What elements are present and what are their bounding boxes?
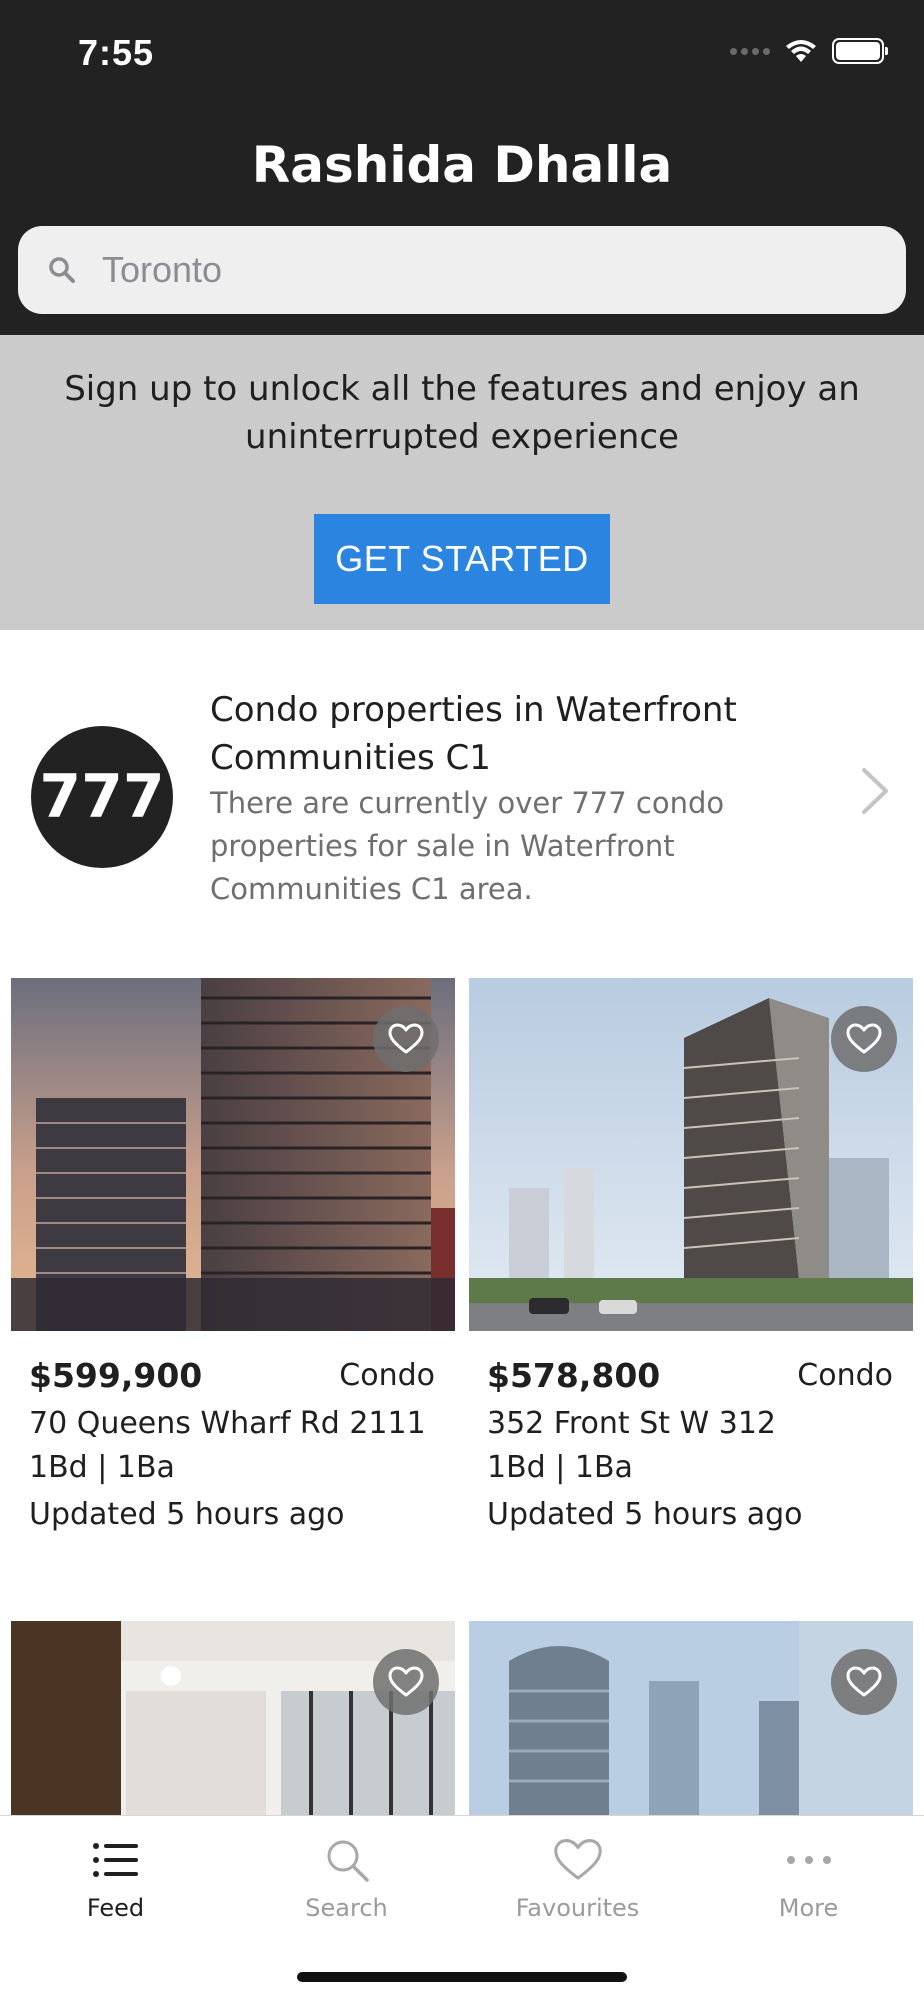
tab-more[interactable]: More — [693, 1816, 924, 1936]
listing-card[interactable] — [11, 1621, 455, 1815]
list-icon — [92, 1832, 140, 1888]
listing-card[interactable]: $578,800 Condo 352 Front St W 312 1Bd | … — [469, 978, 913, 1538]
area-summary-description: There are currently over 777 condo prope… — [210, 786, 725, 906]
listing-address: 70 Queens Wharf Rd 2111 — [29, 1406, 426, 1441]
favourite-button[interactable] — [831, 1006, 897, 1072]
listing-price: $599,900 — [29, 1356, 203, 1395]
search-value: Toronto — [102, 249, 223, 290]
search-icon — [323, 1832, 371, 1888]
listing-updated: Updated 5 hours ago — [487, 1497, 803, 1532]
home-indicator — [297, 1972, 627, 1982]
signup-banner: Sign up to unlock all the features and e… — [0, 335, 924, 630]
listing-updated: Updated 5 hours ago — [29, 1497, 345, 1532]
get-started-button[interactable]: GET STARTED — [314, 514, 610, 604]
tab-label: Search — [305, 1894, 388, 1922]
cellular-signal-icon — [730, 47, 770, 55]
listing-photo — [469, 1621, 913, 1815]
area-summary-title: Condo properties in Waterfront Communiti… — [210, 690, 737, 778]
favourite-button[interactable] — [831, 1649, 897, 1715]
status-icons — [730, 38, 888, 64]
listing-beds-baths: 1Bd | 1Ba — [487, 1450, 633, 1485]
listing-card[interactable] — [469, 1621, 913, 1815]
favourite-button[interactable] — [373, 1006, 439, 1072]
tab-search[interactable]: Search — [231, 1816, 462, 1936]
tab-label: Favourites — [515, 1894, 640, 1922]
favourite-button[interactable] — [373, 1649, 439, 1715]
listing-photo — [11, 1621, 455, 1815]
wifi-icon — [786, 40, 816, 62]
more-icon — [785, 1832, 833, 1888]
tab-label: Feed — [86, 1894, 145, 1922]
battery-icon — [832, 38, 888, 64]
heart-icon — [846, 1023, 882, 1054]
search-icon — [40, 248, 84, 292]
tab-favourites[interactable]: Favourites — [462, 1816, 693, 1936]
listing-type: Condo — [339, 1358, 435, 1393]
heart-icon — [846, 1666, 882, 1697]
tab-label: More — [778, 1894, 839, 1922]
listing-card[interactable]: $599,900 Condo 70 Queens Wharf Rd 2111 1… — [11, 978, 455, 1538]
signup-message: Sign up to unlock all the features and e… — [64, 369, 860, 457]
tab-feed[interactable]: Feed — [0, 1816, 231, 1936]
heart-icon — [388, 1023, 424, 1054]
page-title: Rashida Dhalla — [251, 136, 673, 194]
listing-beds-baths: 1Bd | 1Ba — [29, 1450, 175, 1485]
listing-address: 352 Front St W 312 — [487, 1406, 777, 1441]
chevron-right-icon[interactable] — [860, 766, 890, 816]
app-header: 7:55 Rashida Dhalla Toronto — [0, 0, 924, 335]
listing-type: Condo — [797, 1358, 893, 1393]
heart-icon — [388, 1666, 424, 1697]
status-time: 7:55 — [78, 32, 155, 73]
listing-count-badge: 777 — [31, 726, 173, 868]
search-input[interactable]: Toronto — [18, 226, 906, 314]
area-summary-card[interactable]: 777 Condo properties in Waterfront Commu… — [0, 630, 924, 960]
listing-price: $578,800 — [487, 1356, 661, 1395]
heart-icon — [553, 1832, 603, 1888]
